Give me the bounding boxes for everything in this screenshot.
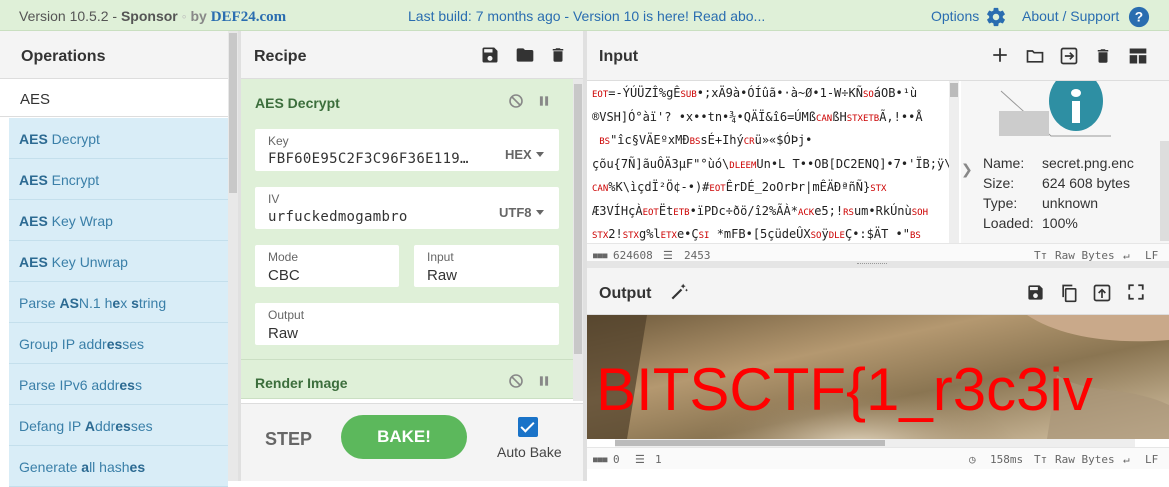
step-button[interactable]: STEP bbox=[265, 429, 312, 450]
op-item-aes-key-wrap[interactable]: AES Key Wrap bbox=[9, 200, 228, 241]
op-item-parse-ipv6[interactable]: Parse IPv6 address bbox=[9, 364, 228, 405]
copy-icon[interactable] bbox=[1059, 282, 1079, 304]
op-item-group-ip[interactable]: Group IP addresses bbox=[9, 323, 228, 364]
svg-text:?: ? bbox=[1135, 10, 1143, 25]
recipe-list: AES Decrypt Key FBF60E95C2F3C96F36E119… … bbox=[241, 79, 573, 401]
bake-time: 158ms bbox=[990, 453, 1024, 466]
recipe-scrollbar[interactable] bbox=[573, 79, 583, 401]
about-support-link[interactable]: About / Support bbox=[1022, 8, 1119, 24]
auto-bake-checkbox[interactable] bbox=[518, 417, 538, 437]
iv-field[interactable]: IV urfuckedmogambro UTF8 bbox=[255, 187, 559, 229]
op-item-aes-decrypt[interactable]: AES Decrypt bbox=[9, 118, 228, 159]
op-item-aes-key-unwrap[interactable]: AES Key Unwrap bbox=[9, 241, 228, 282]
gear-icon[interactable] bbox=[985, 6, 1007, 28]
output-panel: Output BITSCTF{1_r3c3iv ■■■ 0 ☰ 1 ◷ 158m… bbox=[587, 268, 1169, 481]
magic-wand-icon[interactable] bbox=[668, 282, 690, 302]
replace-input-icon[interactable] bbox=[1092, 283, 1112, 303]
output-status-bar: ■■■ 0 ☰ 1 ◷ 158ms Tт Raw Bytes ↵ LF bbox=[587, 447, 1169, 469]
output-char-count: 0 bbox=[613, 453, 620, 466]
clear-input-trash-icon[interactable] bbox=[1094, 46, 1112, 66]
options-link[interactable]: Options bbox=[931, 8, 979, 24]
collapse-arrow-icon[interactable]: ❯ bbox=[961, 161, 973, 178]
open-file-icon[interactable] bbox=[1058, 46, 1080, 66]
layout-icon[interactable] bbox=[1127, 46, 1149, 66]
operations-search-input[interactable]: AES bbox=[0, 79, 228, 117]
add-tab-icon[interactable] bbox=[991, 46, 1009, 64]
input-text-line: CAN%K\ìçdÏ²Ö¢-•)#EOTÊrDÉ_2oOrÞr|mÊÄÐªñÑ}… bbox=[592, 180, 887, 194]
output-title: Output bbox=[599, 285, 652, 302]
op-item-parse-asn1[interactable]: Parse ASN.1 hex string bbox=[9, 282, 228, 323]
recipe-controls: STEP BAKE! Auto Bake bbox=[241, 403, 583, 481]
operations-list: AES Decrypt AES Encrypt AES Key Wrap AES… bbox=[9, 118, 228, 487]
io-splitter[interactable] bbox=[587, 261, 1169, 268]
operations-scrollbar[interactable] bbox=[228, 31, 238, 481]
file-name: secret.png.enc bbox=[1042, 155, 1134, 171]
trash-icon[interactable] bbox=[549, 45, 567, 65]
key-field[interactable]: Key FBF60E95C2F3C96F36E119… HEX bbox=[255, 129, 559, 171]
output-format-select[interactable]: Output Raw bbox=[255, 303, 559, 345]
file-type: unknown bbox=[1042, 195, 1099, 211]
save-icon[interactable] bbox=[480, 45, 500, 65]
disable-icon[interactable] bbox=[508, 93, 524, 109]
recipe-panel: Recipe AES Decrypt Key FBF60E95C2F3C96F3… bbox=[241, 31, 583, 481]
recipe-op-aes-decrypt[interactable]: AES Decrypt Key FBF60E95C2F3C96F36E119… … bbox=[241, 79, 573, 391]
lines-icon: ☰ bbox=[635, 453, 645, 466]
pause-icon[interactable] bbox=[537, 93, 551, 109]
input-text-line: EOT=-ÝÚÜZÎ%gÊSUB•;xÄ9à•ÓÍûã•·à~Ø•1-W÷KÑS… bbox=[592, 86, 918, 100]
input-text-line: ®VSH]Ó°àï'? •x••tn•¾•QÄÏ&î6=ÚMßCANßHSTXE… bbox=[592, 109, 923, 124]
file-details-scrollbar[interactable] bbox=[1160, 141, 1169, 241]
input-text-line: Æ3VÍHçÀEOTËtETB•ïPDc÷ðö/î2%ÃÀ*ACKe5;!RSu… bbox=[592, 203, 929, 218]
mode-select[interactable]: Mode CBC bbox=[255, 245, 399, 287]
clock-icon: ◷ bbox=[969, 453, 976, 466]
auto-bake-label: Auto Bake bbox=[497, 444, 562, 460]
input-text-line: STX2!STXg%lETXe•ÇSI *mFB•[5çüdeÛXSOÿDLEÇ… bbox=[592, 227, 921, 241]
open-folder-icon[interactable] bbox=[1024, 46, 1046, 66]
save-output-icon[interactable] bbox=[1026, 283, 1045, 302]
input-panel: Input EOT=-ÝÚÜZÎ%gÊSUB•;xÄ9à•ÓÍûã•·à~Ø•1… bbox=[587, 31, 1169, 265]
output-line-count: 1 bbox=[655, 453, 662, 466]
pause-icon[interactable] bbox=[537, 373, 551, 389]
output-image: BITSCTF{1_r3c3iv bbox=[587, 315, 1169, 439]
output-encoding[interactable]: Raw Bytes bbox=[1055, 453, 1115, 466]
eol-icon[interactable]: ↵ bbox=[1123, 453, 1130, 466]
file-details: ❯ Name: secret.png.enc Size: 624 608 byt… bbox=[961, 81, 1169, 243]
operations-panel: Operations AES AES Decrypt AES Encrypt A… bbox=[0, 31, 238, 487]
key-format-dropdown[interactable]: HEX bbox=[505, 147, 544, 162]
recipe-op-render-image[interactable]: Render Image bbox=[241, 359, 573, 399]
maximize-icon[interactable] bbox=[1127, 283, 1145, 301]
folder-icon[interactable] bbox=[514, 45, 536, 65]
input-text-line: BS"îc§VÄEºxMÐBSsÉ+IhýCRü»«$ÓÞj• bbox=[599, 133, 813, 147]
file-loaded: 100% bbox=[1042, 215, 1078, 231]
decrypted-flag-text: BITSCTF{1_r3c3iv bbox=[596, 356, 1093, 423]
disable-icon[interactable] bbox=[508, 373, 524, 389]
input-scrollbar[interactable] bbox=[949, 81, 959, 243]
bake-button[interactable]: BAKE! bbox=[341, 415, 467, 459]
text-encoding-icon[interactable]: Tт bbox=[1034, 453, 1047, 466]
build-notice-link[interactable]: Last build: 7 months ago - Version 10 is… bbox=[408, 8, 765, 24]
operations-title: Operations bbox=[0, 31, 228, 79]
op-item-aes-encrypt[interactable]: AES Encrypt bbox=[9, 159, 228, 200]
recipe-title: Recipe bbox=[254, 48, 307, 65]
op-item-defang-ip[interactable]: Defang IP Addresses bbox=[9, 405, 228, 446]
output-scrollbar[interactable] bbox=[615, 439, 1135, 447]
input-format-select[interactable]: Input Raw bbox=[414, 245, 559, 287]
sponsor-link[interactable]: DEF24.com bbox=[211, 9, 286, 25]
iv-format-dropdown[interactable]: UTF8 bbox=[499, 205, 544, 220]
top-banner: Version 10.5.2 - Sponsor ◦ by DEF24.com … bbox=[0, 0, 1169, 31]
file-size: 624 608 bytes bbox=[1042, 175, 1130, 191]
input-textarea[interactable]: EOT=-ÝÚÜZÎ%gÊSUB•;xÄ9à•ÓÍûã•·à~Ø•1-W÷KÑS… bbox=[592, 83, 962, 241]
output-eol[interactable]: LF bbox=[1145, 453, 1158, 466]
help-icon[interactable]: ? bbox=[1128, 6, 1150, 28]
file-thumbnail bbox=[991, 81, 1121, 141]
input-title: Input bbox=[599, 48, 639, 65]
version-notice: Version 10.5.2 - Sponsor ◦ by DEF24.com bbox=[19, 8, 287, 25]
input-text-line: çõu{7Ñ]ãuÔÄ3µF"°ùó\DLEEMUn•L T••OB[DC2EN… bbox=[592, 156, 952, 171]
